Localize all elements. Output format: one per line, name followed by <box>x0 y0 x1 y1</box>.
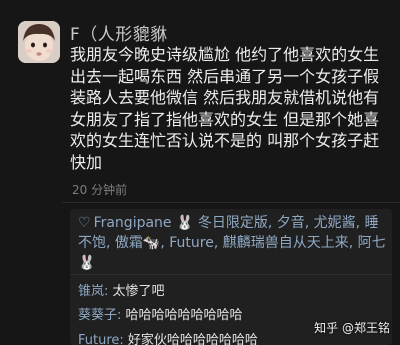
comment-item[interactable]: 锥岚: 太惨了吧 <box>78 280 165 299</box>
comment-item[interactable]: 葵葵子: 哈哈哈哈哈哈哈哈哈 <box>78 304 243 323</box>
comment-text: 好家伙哈哈哈哈哈哈哈 <box>127 333 258 345</box>
avatar[interactable] <box>18 21 60 63</box>
moments-post: F（人形貔貅 我朋友今晚史诗级尴尬 他约了他喜欢的女生出去一起喝东西 然后串通了… <box>0 0 400 345</box>
comment-author[interactable]: 葵葵子: <box>78 308 121 323</box>
comment-item[interactable]: Future: 好家伙哈哈哈哈哈哈哈 <box>78 329 258 345</box>
comment-text: 哈哈哈哈哈哈哈哈哈 <box>125 308 243 323</box>
comment-author[interactable]: Future: <box>78 333 124 345</box>
avatar-image <box>18 21 60 63</box>
watermark: 知乎 @郑王铭 <box>314 321 390 335</box>
likes-divider <box>70 274 392 275</box>
comment-author[interactable]: 锥岚: <box>78 284 108 299</box>
post-timestamp: 20 分钟前 <box>72 183 128 197</box>
likes-list: ♡ Frangipane 🐰 冬日限定版, 夕音, 尤妮酱, 睡不饱, 傲霜🐄, … <box>78 213 386 273</box>
heart-icon: ♡ <box>78 215 91 231</box>
post-divider <box>62 202 400 203</box>
likes-names[interactable]: Frangipane 🐰 冬日限定版, 夕音, 尤妮酱, 睡不饱, 傲霜🐄, F… <box>78 215 386 271</box>
post-author-name[interactable]: F（人形貔貅 <box>70 20 168 45</box>
post-text: 我朋友今晚史诗级尴尬 他约了他喜欢的女生出去一起喝东西 然后串通了另一个女孩子假… <box>70 45 380 172</box>
comment-text: 太惨了吧 <box>112 284 165 299</box>
